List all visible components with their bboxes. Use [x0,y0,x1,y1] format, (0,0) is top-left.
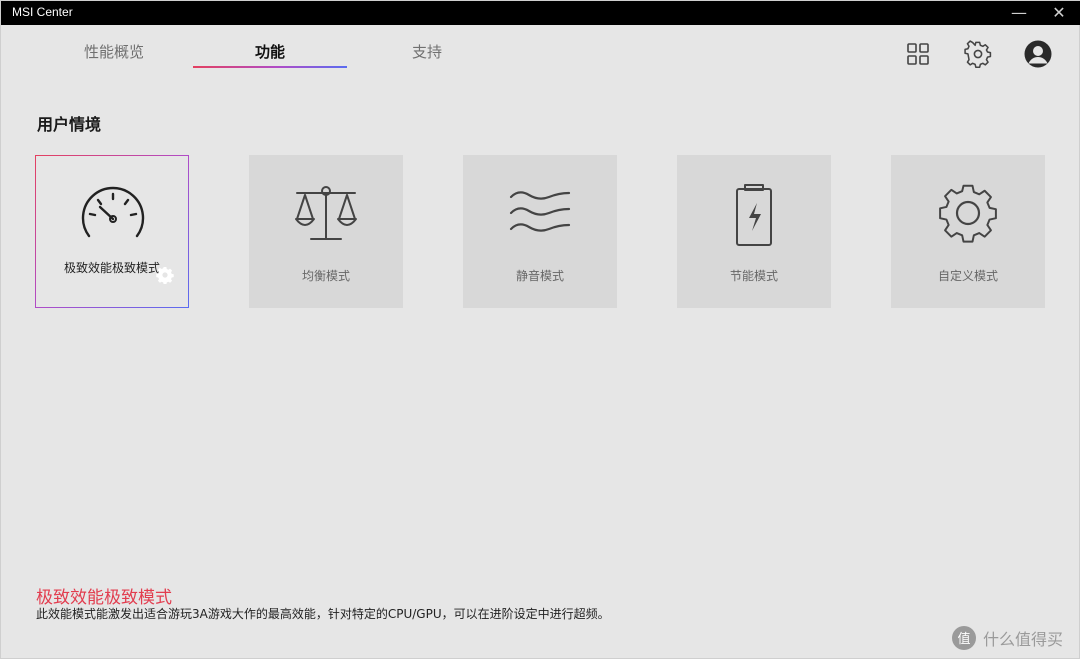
active-tab-indicator [193,66,347,68]
gear-icon [939,184,997,243]
mode-card-custom[interactable]: 自定义模式 [891,155,1045,308]
msi-center-window: MSI Center — ✕ 性能概览 功能 支持 用户情境 极致效能极致模式 … [0,0,1080,659]
waves-icon [509,191,571,232]
minimize-button[interactable]: — [999,1,1039,25]
settings-gear-icon[interactable] [964,40,992,68]
tab-support[interactable]: 支持 [350,41,504,62]
grid-icon[interactable] [904,40,932,68]
mode-label: 自定义模式 [937,269,998,283]
battery-charging-icon [736,184,772,246]
section-title: 用户情境 [37,115,102,134]
tab-performance-overview[interactable]: 性能概览 [37,41,191,62]
mode-label: 均衡模式 [301,269,350,283]
mode-card-power-saving[interactable]: 节能模式 [677,155,831,308]
mode-card-silent[interactable]: 静音模式 [463,155,617,308]
mode-description-text: 此效能模式能激发出适合游玩3A游戏大作的最高效能，针对特定的CPU/GPU，可以… [36,607,610,621]
balance-scale-icon [295,186,357,240]
mode-label: 静音模式 [515,269,564,283]
tab-features[interactable]: 功能 [193,41,347,62]
watermark-logo-icon: 值 [952,626,976,650]
mode-card-balanced[interactable]: 均衡模式 [249,155,403,308]
window-title: MSI Center [12,5,73,19]
mode-label: 极致效能极致模式 [64,261,161,275]
mode-card-extreme-performance[interactable]: 极致效能极致模式 [35,155,189,308]
svg-text:值: 值 [957,631,970,647]
watermark: 值 什么值得买 [951,625,1063,651]
watermark-text: 什么值得买 [983,630,1064,649]
title-bar: MSI Center — ✕ [1,1,1080,25]
speedometer-icon [81,186,145,238]
user-avatar-icon[interactable] [1024,40,1052,68]
close-button[interactable]: ✕ [1039,1,1079,25]
mode-label: 节能模式 [729,269,778,283]
mode-settings-gear-icon[interactable] [156,266,174,284]
